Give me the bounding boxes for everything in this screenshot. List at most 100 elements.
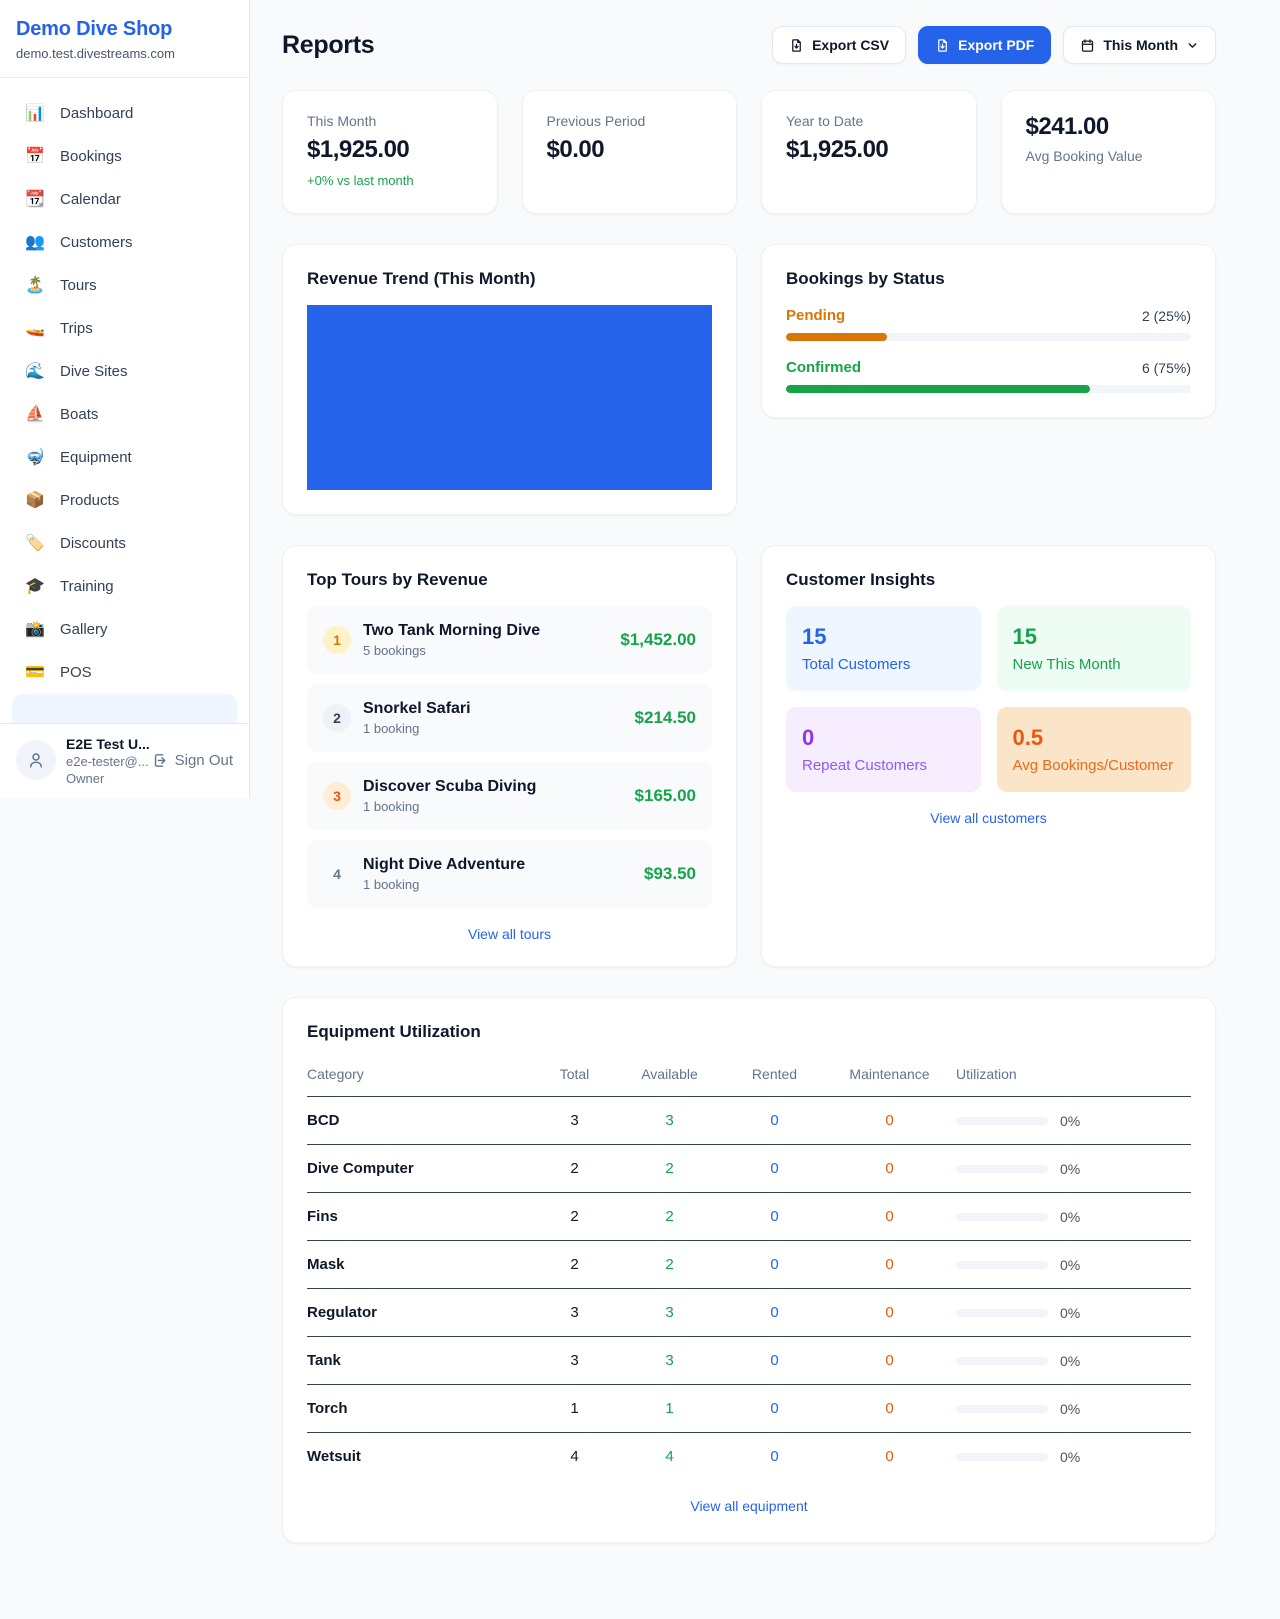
column-header: Rented: [722, 1056, 827, 1097]
tour-name: Snorkel Safari: [363, 700, 623, 718]
app-root: Demo Dive Shop demo.test.divestreams.com…: [0, 0, 1280, 1619]
status-row-pending: Pending 2 (25%): [786, 307, 1191, 341]
period-select[interactable]: This Month: [1063, 26, 1216, 64]
equipment-utilization-card: Equipment Utilization Category Total Ava…: [282, 997, 1216, 1543]
sidebar-item-boats[interactable]: ⛵ Boats: [12, 393, 237, 436]
stat-label: Year to Date: [786, 113, 952, 129]
equipment-maintenance: 0: [827, 1289, 952, 1337]
stat-value: $1,925.00: [786, 136, 952, 164]
export-pdf-button[interactable]: Export PDF: [918, 26, 1051, 64]
revenue-bar: [307, 305, 712, 490]
trips-icon: 🚤: [24, 321, 46, 337]
sidebar-item-tours[interactable]: 🏝️ Tours: [12, 264, 237, 307]
bookings-by-status-card: Bookings by Status Pending 2 (25%) Confi…: [761, 244, 1216, 418]
sidebar-item-bookings[interactable]: 📅 Bookings: [12, 135, 237, 178]
column-header: Utilization: [952, 1056, 1191, 1097]
view-all-tours-link[interactable]: View all tours: [307, 926, 712, 942]
sidebar-item-products[interactable]: 📦 Products: [12, 479, 237, 522]
boats-icon: ⛵: [24, 407, 46, 423]
table-row: BCD 3 3 0 0 0%: [307, 1097, 1191, 1145]
chevron-down-icon: [1186, 39, 1199, 52]
sign-out-icon: [152, 752, 169, 769]
dive-sites-icon: 🌊: [24, 364, 46, 380]
sidebar: Demo Dive Shop demo.test.divestreams.com…: [0, 0, 250, 798]
list-item: 1 Two Tank Morning Dive 5 bookings $1,45…: [307, 606, 712, 674]
sidebar-item-trips[interactable]: 🚤 Trips: [12, 307, 237, 350]
rank-badge: 2: [323, 704, 351, 732]
equipment-icon: 🤿: [24, 450, 46, 466]
tile-repeat-customers: 0 Repeat Customers: [786, 707, 981, 792]
stat-delta: +0% vs last month: [307, 173, 473, 188]
sidebar-item-pos[interactable]: 💳 POS: [12, 651, 237, 694]
tour-amount: $93.50: [644, 864, 696, 884]
sidebar-item-customers[interactable]: 👥 Customers: [12, 221, 237, 264]
list-item: 4 Night Dive Adventure 1 booking $93.50: [307, 840, 712, 908]
table-row: Torch 1 1 0 0 0%: [307, 1385, 1191, 1433]
table-row: Dive Computer 2 2 0 0 0%: [307, 1145, 1191, 1193]
user-role: Owner: [66, 771, 142, 786]
tour-name: Two Tank Morning Dive: [363, 622, 608, 640]
tour-name: Discover Scuba Diving: [363, 778, 623, 796]
progress-fill: [786, 333, 887, 341]
tile-label: Total Customers: [802, 656, 965, 673]
export-csv-button[interactable]: Export CSV: [772, 26, 906, 64]
view-all-equipment-link[interactable]: View all equipment: [307, 1498, 1191, 1514]
utilization-percent: 0%: [1060, 1353, 1080, 1369]
sidebar-item-discounts[interactable]: 🏷️ Discounts: [12, 522, 237, 565]
brand-block: Demo Dive Shop demo.test.divestreams.com: [0, 0, 249, 78]
sign-out-button[interactable]: Sign Out: [152, 752, 233, 769]
equipment-total: 4: [532, 1433, 617, 1481]
equipment-total: 3: [532, 1337, 617, 1385]
customers-icon: 👥: [24, 235, 46, 251]
equipment-maintenance: 0: [827, 1145, 952, 1193]
utilization-percent: 0%: [1060, 1257, 1080, 1273]
tile-new-this-month: 15 New This Month: [997, 606, 1192, 691]
utilization-bar: [956, 1213, 1048, 1221]
column-header: Available: [617, 1056, 722, 1097]
sidebar-item-calendar[interactable]: 📆 Calendar: [12, 178, 237, 221]
table-row: Tank 3 3 0 0 0%: [307, 1337, 1191, 1385]
list-item: 2 Snorkel Safari 1 booking $214.50: [307, 684, 712, 752]
pos-icon: 💳: [24, 665, 46, 681]
equipment-maintenance: 0: [827, 1097, 952, 1145]
sidebar-item-gallery[interactable]: 📸 Gallery: [12, 608, 237, 651]
sidebar-item-label: Equipment: [60, 449, 132, 466]
equipment-available: 4: [617, 1433, 722, 1481]
sidebar-item-dive-sites[interactable]: 🌊 Dive Sites: [12, 350, 237, 393]
stat-card-this-month: This Month $1,925.00 +0% vs last month: [282, 90, 498, 214]
utilization-percent: 0%: [1060, 1113, 1080, 1129]
export-csv-label: Export CSV: [812, 37, 889, 53]
sidebar-item-dashboard[interactable]: 📊 Dashboard: [12, 92, 237, 135]
utilization-bar: [956, 1453, 1048, 1461]
equipment-available: 3: [617, 1097, 722, 1145]
insight-tiles: 15 Total Customers 15 New This Month 0 R…: [786, 606, 1191, 792]
export-pdf-label: Export PDF: [958, 37, 1034, 53]
equipment-rented: 0: [722, 1337, 827, 1385]
avatar: [16, 740, 56, 780]
equipment-total: 1: [532, 1385, 617, 1433]
status-count: 6 (75%): [1142, 360, 1191, 376]
sidebar-item-equipment[interactable]: 🤿 Equipment: [12, 436, 237, 479]
dashboard-icon: 📊: [24, 106, 46, 122]
calendar-icon: 📆: [24, 192, 46, 208]
sidebar-item-label: Customers: [60, 234, 133, 251]
equipment-available: 3: [617, 1289, 722, 1337]
equipment-utilization-title: Equipment Utilization: [307, 1022, 1191, 1042]
sidebar-item-label: Gallery: [60, 621, 108, 638]
gallery-icon: 📸: [24, 622, 46, 638]
stat-label: Previous Period: [547, 113, 713, 129]
user-icon: [27, 751, 45, 769]
top-tours-card: Top Tours by Revenue 1 Two Tank Morning …: [282, 545, 737, 967]
utilization-bar: [956, 1165, 1048, 1173]
equipment-table: Category Total Available Rented Maintena…: [307, 1056, 1191, 1480]
utilization-percent: 0%: [1060, 1449, 1080, 1465]
sidebar-item-reports[interactable]: [12, 694, 237, 723]
stat-card-year-to-date: Year to Date $1,925.00: [761, 90, 977, 214]
sidebar-item-label: Training: [60, 578, 114, 595]
table-header-row: Category Total Available Rented Maintena…: [307, 1056, 1191, 1097]
tour-list: 1 Two Tank Morning Dive 5 bookings $1,45…: [307, 606, 712, 908]
main-content: Reports Export CSV Export PDF This Month: [250, 0, 1280, 1619]
view-all-customers-link[interactable]: View all customers: [786, 810, 1191, 826]
sidebar-item-training[interactable]: 🎓 Training: [12, 565, 237, 608]
equipment-available: 3: [617, 1337, 722, 1385]
